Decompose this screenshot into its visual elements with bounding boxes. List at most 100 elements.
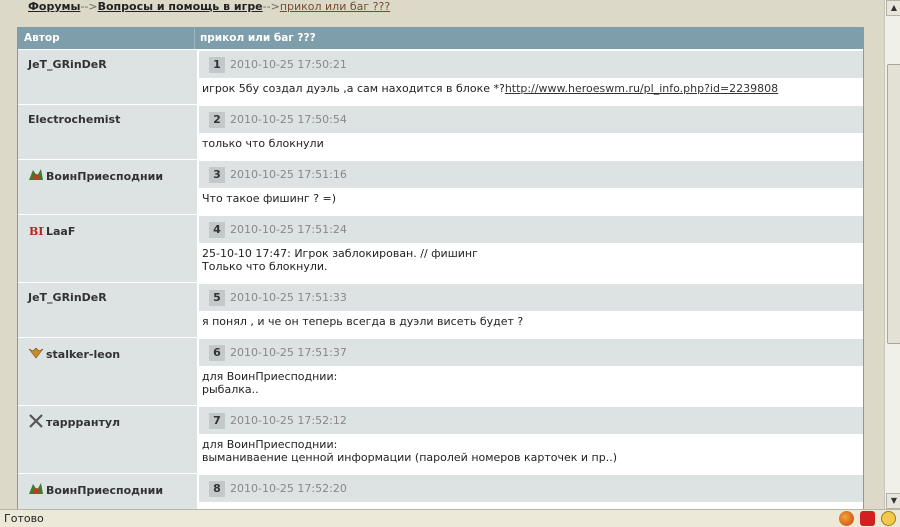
topic-column-header: прикол или баг ??? [200,32,316,44]
post-text: 25-10-10 17:47: Игрок заблокирован. // ф… [199,243,863,273]
post-meta: 7 2010-10-25 17:52:12 [199,407,863,434]
table-row: ВоинПриесподнии 3 2010-10-25 17:51:16 Чт… [18,159,863,214]
post-author-cell: JeT_GRinDeR [18,50,199,104]
post-body-cell: 6 2010-10-25 17:51:37 для ВоинПриесподни… [199,338,863,405]
post-body-cell: 8 2010-10-25 17:52:20 [199,474,863,509]
post-meta: 6 2010-10-25 17:51:37 [199,339,863,366]
post-author-cell: ВГ LaaF [18,215,199,282]
vertical-scrollbar[interactable]: ▲ ▼ [884,0,900,509]
post-meta: 1 2010-10-25 17:50:21 [199,51,863,78]
smiley-icon[interactable] [881,511,896,526]
post-meta: 5 2010-10-25 17:51:33 [199,284,863,311]
post-date: 2010-10-25 17:51:24 [230,223,347,236]
breadcrumb-separator: --> [80,0,98,13]
post-text-line: 25-10-10 17:47: Игрок заблокирован. // ф… [202,247,478,260]
breadcrumb: Форумы-->Вопросы и помощь в игре-->прико… [28,0,390,16]
post-text: для ВоинПриесподнии: выманиваение ценной … [199,434,863,464]
table-row: тарррантул 7 2010-10-25 17:52:12 для Вои… [18,405,863,473]
forum-page: Форумы-->Вопросы и помощь в игре-->прико… [0,0,884,509]
post-number: 4 [209,221,225,238]
post-date: 2010-10-25 17:50:21 [230,58,347,71]
breadcrumb-section-link[interactable]: Вопросы и помощь в игре [98,0,263,13]
post-number: 2 [209,111,225,128]
post-text-line: для ВоинПриесподнии: [202,438,338,451]
post-number: 7 [209,412,225,429]
post-text-line: рыбалка.. [202,383,259,396]
post-text-line: я понял , и че он теперь всегда в дуэли … [202,315,524,328]
post-text: игрок 5бу создал дуэль ,а сам находится … [199,78,863,95]
table-row: JeT_GRinDeR 1 2010-10-25 17:50:21 игрок … [18,49,863,104]
table-header: Автор прикол или баг ??? [18,28,863,49]
post-meta: 2 2010-10-25 17:50:54 [199,106,863,133]
browser-statusbar: Готово [0,509,900,527]
post-meta: 8 2010-10-25 17:52:20 [199,475,863,502]
post-number: 1 [209,56,225,73]
post-text: я понял , и че он теперь всегда в дуэли … [199,311,863,328]
post-author-cell: stalker-leon [18,338,199,405]
author-name[interactable]: Electrochemist [28,113,120,126]
post-link[interactable]: http://www.heroeswm.ru/pl_info.php?id=22… [505,82,778,95]
table-row: ВоинПриесподнии 8 2010-10-25 17:52:20 [18,473,863,509]
forum-thread-table: Автор прикол или баг ??? JeT_GRinDeR 1 2… [17,27,864,509]
table-row: Electrochemist 2 2010-10-25 17:50:54 тол… [18,104,863,159]
author-name[interactable]: ВоинПриесподнии [46,170,163,183]
post-body-cell: 5 2010-10-25 17:51:33 я понял , и че он … [199,283,863,337]
post-text: для ВоинПриесподнии: рыбалка.. [199,366,863,396]
post-text-line: только что блокнули [202,137,324,150]
post-date: 2010-10-25 17:51:33 [230,291,347,304]
breadcrumb-forums-link[interactable]: Форумы [28,0,80,13]
breadcrumb-current-link[interactable]: прикол или баг ??? [280,0,390,13]
post-body-cell: 4 2010-10-25 17:51:24 25-10-10 17:47: Иг… [199,215,863,282]
author-name[interactable]: JeT_GRinDeR [28,58,107,71]
guild-icon [28,482,44,499]
post-date: 2010-10-25 17:51:16 [230,168,347,181]
post-number: 3 [209,166,225,183]
post-text-line: для ВоинПриесподнии: [202,370,338,383]
author-name[interactable]: stalker-leon [46,348,120,361]
post-date: 2010-10-25 17:52:20 [230,482,347,495]
post-number: 6 [209,344,225,361]
table-row: JeT_GRinDeR 5 2010-10-25 17:51:33 я поня… [18,282,863,337]
post-date: 2010-10-25 17:51:37 [230,346,347,359]
author-name[interactable]: JeT_GRinDeR [28,291,107,304]
post-author-cell: тарррантул [18,406,199,473]
clan-icon: ВГ [28,223,44,240]
wings-icon [28,346,44,363]
breadcrumb-separator: --> [262,0,280,13]
post-body-cell: 1 2010-10-25 17:50:21 игрок 5бу создал д… [199,50,863,104]
post-text-line: выманиваение ценной информации (паролей … [202,451,618,464]
post-author-cell: ВоинПриесподнии [18,160,199,214]
post-body-cell: 3 2010-10-25 17:51:16 Что такое фишинг ?… [199,160,863,214]
author-column-header: Автор [18,28,195,49]
post-author-cell: ВоинПриесподнии [18,474,199,509]
post-number: 8 [209,480,225,497]
post-body-cell: 2 2010-10-25 17:50:54 только что блокнул… [199,105,863,159]
post-date: 2010-10-25 17:50:54 [230,113,347,126]
post-author-cell: JeT_GRinDeR [18,283,199,337]
author-name[interactable]: ВоинПриесподнии [46,484,163,497]
post-text-line: игрок 5бу создал дуэль ,а сам находится … [202,82,779,95]
svg-text:ВГ: ВГ [29,225,44,237]
adblock-icon[interactable] [860,511,875,526]
swords-icon [28,414,44,431]
post-text: только что блокнули [199,133,863,150]
firefox-icon[interactable] [839,511,854,526]
status-icons [839,511,896,526]
post-meta: 4 2010-10-25 17:51:24 [199,216,863,243]
post-number: 5 [209,289,225,306]
table-row: ВГ LaaF 4 2010-10-25 17:51:24 25-10-10 17… [18,214,863,282]
author-name[interactable]: тарррантул [46,416,120,429]
post-meta: 3 2010-10-25 17:51:16 [199,161,863,188]
post-body-cell: 7 2010-10-25 17:52:12 для ВоинПриесподни… [199,406,863,473]
status-text: Готово [4,512,44,525]
scroll-up-button[interactable]: ▲ [886,0,900,16]
post-text-line: Что такое фишинг ? =) [202,192,337,205]
author-name[interactable]: LaaF [46,225,75,238]
post-author-cell: Electrochemist [18,105,199,159]
table-row: stalker-leon 6 2010-10-25 17:51:37 для В… [18,337,863,405]
scroll-down-button[interactable]: ▼ [886,493,900,509]
post-text [199,502,863,506]
guild-icon [28,168,44,185]
scroll-thumb[interactable] [887,64,900,344]
post-text: Что такое фишинг ? =) [199,188,863,205]
